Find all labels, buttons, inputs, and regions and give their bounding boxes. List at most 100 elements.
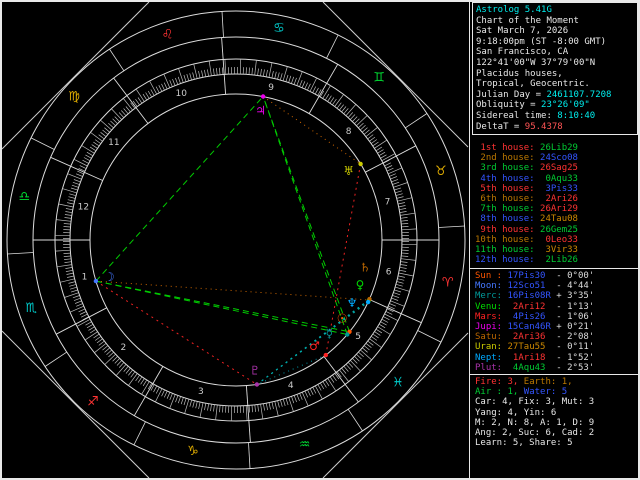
house-cusp bbox=[308, 64, 339, 114]
corner-diagonal bbox=[322, 332, 469, 479]
cancer-sign-glyph: ♋ bbox=[273, 21, 285, 36]
info-panel: Astrolog 5.41G Chart of the Moment Sat Mar… bbox=[470, 0, 640, 480]
pluto-position-dot bbox=[254, 382, 260, 387]
sign-boundary bbox=[438, 225, 465, 228]
house-number: 12 bbox=[78, 203, 89, 213]
sign-boundary bbox=[404, 113, 428, 129]
leo-sign-glyph: ♌ bbox=[162, 28, 174, 43]
wheel-circle bbox=[54, 58, 418, 422]
aquarius-sign-glyph: ♒ bbox=[299, 437, 311, 452]
stats-row: Fire: 3, Earth: 1, bbox=[475, 377, 573, 387]
neptune-position-dot bbox=[365, 299, 371, 305]
sign-boundary bbox=[248, 442, 251, 469]
planet-row: Mars: 4Pis26 - 1°06' bbox=[475, 311, 595, 322]
planet-row: Uran: 27Tau55 - 0°11' bbox=[475, 342, 595, 353]
sign-boundary bbox=[347, 408, 363, 432]
corner-diagonal bbox=[1, 1, 150, 150]
aspect-square bbox=[95, 280, 258, 385]
sagittarius-sign-glyph: ♐ bbox=[87, 394, 99, 409]
house-row: 7th house: 26Ari29 bbox=[475, 204, 578, 215]
section-divider bbox=[470, 268, 640, 269]
info-line: 9:18:00pm (ST -8:00 GMT) bbox=[476, 36, 607, 47]
house-cusp bbox=[365, 145, 417, 173]
moon-position-dot bbox=[93, 278, 99, 284]
info-line: DeltaT = 95.4378 bbox=[476, 121, 563, 132]
stats-row: Learn: 5, Share: 5 bbox=[475, 438, 573, 449]
house-row: 2nd house: 24Sco08 bbox=[475, 153, 578, 164]
stats-row: M: 2, N: 8, A: 1, D: 9 bbox=[475, 417, 595, 428]
wheel-circle bbox=[69, 73, 403, 407]
jupiter-glyph: ♃ bbox=[255, 103, 266, 117]
house-row: 4th house: 0Aqu33 bbox=[475, 173, 578, 184]
stats-row: Air : 1, Water: 5 bbox=[475, 387, 568, 398]
scorpio-sign-glyph: ♏ bbox=[25, 301, 37, 316]
house-number: 9 bbox=[268, 83, 274, 93]
planet-row: Sun : 17Pis30 - 0°00' bbox=[475, 271, 595, 281]
info-line: Astrolog 5.41G bbox=[476, 5, 552, 15]
planet-row: Jupi: 15Can46R + 0°21' bbox=[475, 322, 595, 333]
wheel-circle bbox=[32, 36, 440, 444]
house-row: 1st house: 26Lib29 bbox=[475, 143, 578, 153]
planet-list: Sun : 17Pis30 - 0°00' Moon: 12Sco51 - 4°4… bbox=[475, 271, 594, 373]
corner-diagonal bbox=[1, 330, 150, 479]
corner-diagonal bbox=[322, 1, 469, 148]
planet-row: Moon: 12Sco51 - 4°44' bbox=[475, 281, 595, 292]
house-row: 9th house: 26Gem25 bbox=[475, 224, 578, 235]
stats-row: Car: 4, Fix: 3, Mut: 3 bbox=[475, 397, 595, 408]
planet-row: Nept: 1Ari18 - 1°52' bbox=[475, 352, 595, 363]
mars-glyph: ♂ bbox=[309, 339, 320, 353]
section-divider bbox=[470, 374, 640, 375]
house-number: 3 bbox=[198, 387, 204, 397]
planet-row: Venu: 2Ari12 - 1°13' bbox=[475, 301, 595, 312]
info-line: Tropical, Geocentric. bbox=[476, 79, 590, 90]
taurus-sign-glyph: ♉ bbox=[435, 164, 447, 179]
stats-row: Yang: 4, Yin: 6 bbox=[475, 407, 557, 418]
house-row: 5th house: 3Pis33 bbox=[475, 183, 578, 194]
aspect-trine bbox=[95, 280, 348, 335]
venus-glyph: ♀ bbox=[356, 278, 365, 292]
house-number: 2 bbox=[121, 343, 127, 353]
house-cusp bbox=[133, 366, 164, 416]
stats-row: Ang: 2, Suc: 6, Cad: 2 bbox=[475, 428, 595, 439]
sign-boundary bbox=[221, 11, 224, 38]
planet-row: Satu: 2Ari36 - 2°08' bbox=[475, 332, 595, 343]
house-row: 12th house: 2Lib26 bbox=[475, 255, 578, 266]
house-row: 8th house: 24Tau08 bbox=[475, 214, 578, 225]
house-number: 10 bbox=[175, 89, 187, 99]
wheel-svg: ♈♉♊♋♌♍♎♏♐♑ ♒♓123456789101112☉☽☿♀♂♃♄♅♆♇ bbox=[1, 1, 469, 479]
planet-row: Merc: 16Pis08R + 3°35' bbox=[475, 291, 595, 302]
pisces-sign-glyph: ♓ bbox=[392, 376, 404, 391]
info-line: Sidereal time: 8:10:40 bbox=[476, 110, 596, 121]
jupiter-position-dot bbox=[260, 94, 266, 99]
house-row: 11th house: 3Vir33 bbox=[475, 245, 578, 256]
info-line: 122°41'00"W 37°79'00"N bbox=[476, 57, 596, 68]
moon-glyph: ☽ bbox=[104, 270, 115, 284]
sign-boundary bbox=[109, 48, 125, 72]
house-row: 6th house: 2Ari26 bbox=[475, 194, 578, 205]
sign-boundary bbox=[30, 137, 55, 150]
uranus-position-dot bbox=[358, 161, 363, 167]
chart-info-box: Astrolog 5.41G Chart of the Moment Sat Mar… bbox=[472, 2, 638, 136]
sign-boundary bbox=[417, 330, 442, 343]
house-list: 1st house: 26Lib29 2nd house: 24Sco08 3r… bbox=[475, 143, 578, 265]
element-stats: Fire: 3, Earth: 1, Air : 1, Water: 5 Car: … bbox=[475, 377, 594, 448]
house-number: 5 bbox=[355, 332, 361, 342]
aspect-trine bbox=[95, 280, 350, 333]
aries-sign-glyph: ♈ bbox=[442, 276, 454, 291]
neptune-glyph: ♆ bbox=[347, 296, 358, 310]
info-line: San Francisco, CA bbox=[476, 47, 569, 58]
info-line: Placidus houses, bbox=[476, 68, 563, 79]
info-line: Chart of the Moment bbox=[476, 15, 579, 26]
capricorn-sign-glyph: ♑ bbox=[187, 444, 199, 459]
sun-glyph: ☉ bbox=[337, 312, 348, 326]
house-row: 10th house: 0Leo33 bbox=[475, 234, 578, 245]
info-line: Sat March 7, 2026 bbox=[476, 26, 569, 37]
sign-boundary bbox=[44, 351, 68, 367]
libra-sign-glyph: ♎ bbox=[18, 190, 30, 205]
saturn-glyph: ♄ bbox=[360, 261, 371, 275]
aspect-sesquiquadrate bbox=[95, 280, 370, 301]
house-number: 7 bbox=[385, 198, 391, 208]
planet-row: Plut: 4Aqu43 - 2°53' bbox=[475, 362, 595, 373]
astrolog-screen: ♈ ♉ ♊ ♋ ♌ ♍ ♎ ♏ ♐ ♑ ♒ ♓ 1 2 3 4 5 6 7 8 9 10 11 12 ☉ ☽ ☿ ♀ ♂ ♃ ♄ ♅ ♆ ♇ As… bbox=[0, 0, 640, 480]
sign-boundary bbox=[326, 34, 339, 59]
